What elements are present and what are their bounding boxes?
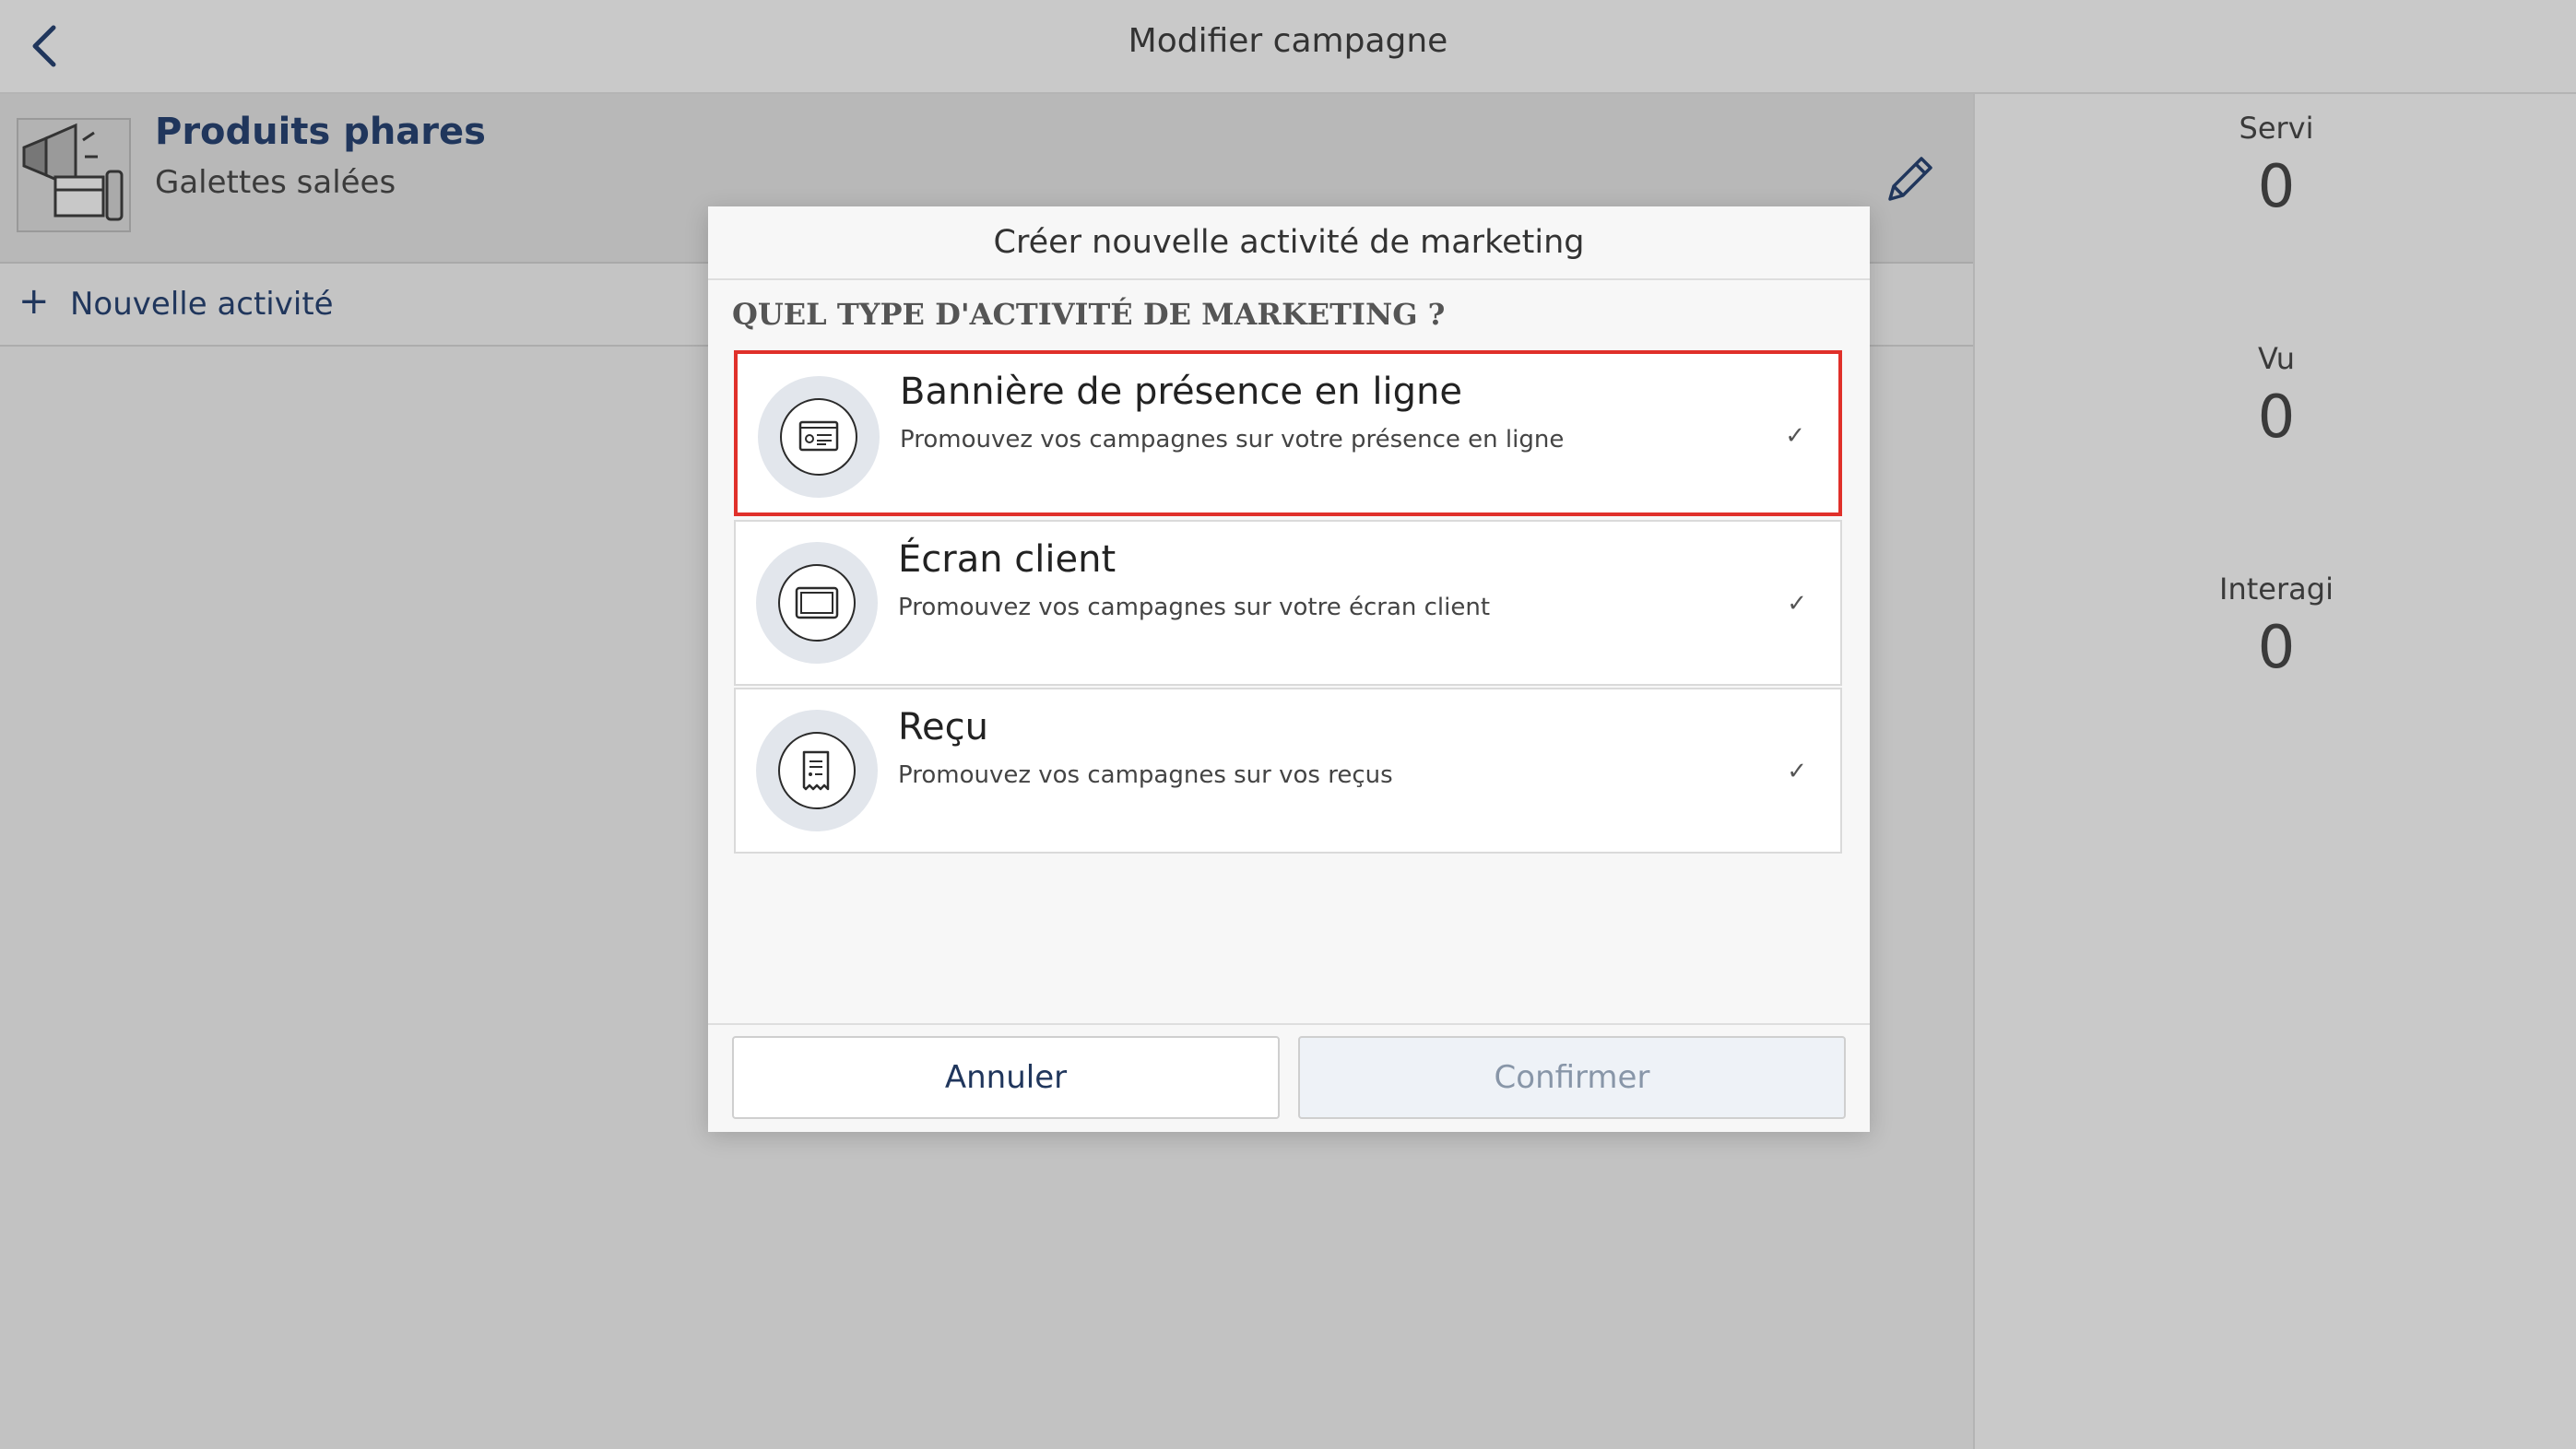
- stat-value: 0: [2257, 614, 2296, 682]
- stat-viewed: Vu 0: [1975, 341, 2576, 452]
- check-icon: ✓: [1785, 422, 1805, 450]
- confirm-button[interactable]: Confirmer: [1298, 1036, 1846, 1119]
- create-activity-dialog: Créer nouvelle activité de marketing QUE…: [708, 206, 1870, 1132]
- dialog-footer: Annuler Confirmer: [708, 1023, 1870, 1132]
- megaphone-box-icon: [22, 123, 124, 221]
- campaign-name: Produits phares: [155, 111, 486, 153]
- page-title: Modifier campagne: [1128, 22, 1448, 60]
- campaign-thumbnail: [17, 118, 131, 232]
- option-online-banner[interactable]: Bannière de présence en ligne Promouvez …: [734, 350, 1842, 516]
- dialog-question: QUEL TYPE D'ACTIVITÉ DE MARKETING ?: [732, 297, 1446, 332]
- option-description: Promouvez vos campagnes sur votre écran …: [898, 594, 1491, 621]
- cancel-button[interactable]: Annuler: [732, 1036, 1280, 1119]
- option-receipt[interactable]: Reçu Promouvez vos campagnes sur vos reç…: [734, 688, 1842, 854]
- stat-served: Servi 0: [1975, 111, 2576, 221]
- stat-label: Vu: [2258, 341, 2295, 376]
- pencil-edit-icon[interactable]: [1881, 149, 1940, 208]
- dialog-title: Créer nouvelle activité de marketing: [708, 206, 1870, 280]
- stat-value: 0: [2257, 383, 2296, 452]
- option-description: Promouvez vos campagnes sur votre présen…: [900, 426, 1565, 454]
- option-title: Bannière de présence en ligne: [900, 371, 1462, 413]
- screen-icon: [778, 564, 856, 642]
- option-description: Promouvez vos campagnes sur vos reçus: [898, 761, 1393, 789]
- stat-value: 0: [2257, 153, 2296, 221]
- option-icon-circle: [758, 376, 880, 498]
- stat-interacted: Interagi 0: [1975, 571, 2576, 682]
- stats-panel: Servi 0 Vu 0 Interagi 0: [1973, 94, 2576, 1449]
- stat-label: Interagi: [2219, 571, 2334, 607]
- option-title: Reçu: [898, 706, 988, 748]
- option-icon-circle: [756, 542, 878, 664]
- stat-label: Servi: [2239, 111, 2314, 146]
- receipt-icon: [778, 732, 856, 809]
- option-customer-screen[interactable]: Écran client Promouvez vos campagnes sur…: [734, 520, 1842, 686]
- web-banner-icon: [780, 398, 857, 476]
- check-icon: ✓: [1787, 758, 1807, 785]
- option-title: Écran client: [898, 538, 1117, 581]
- top-bar: Modifier campagne: [0, 0, 2576, 94]
- check-icon: ✓: [1787, 590, 1807, 618]
- new-activity-label: Nouvelle activité: [70, 286, 334, 323]
- option-icon-circle: [756, 710, 878, 831]
- plus-icon: +: [18, 280, 50, 323]
- campaign-subtitle: Galettes salées: [155, 164, 396, 201]
